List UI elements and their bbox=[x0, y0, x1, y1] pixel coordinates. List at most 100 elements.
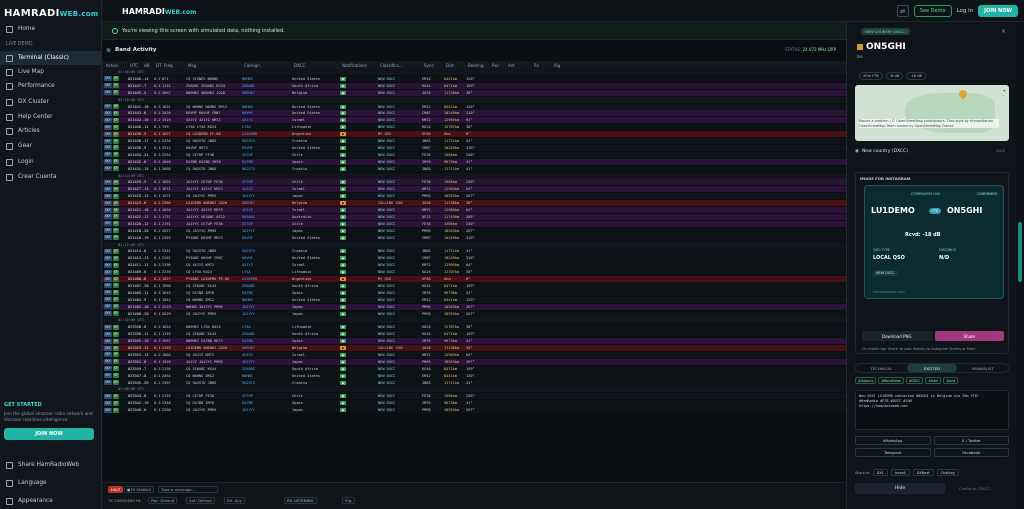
sp-button[interactable]: SP bbox=[112, 407, 119, 413]
sky-button[interactable]: SKY bbox=[104, 214, 112, 220]
share-pill[interactable]: Icons0 bbox=[890, 469, 910, 476]
row-call[interactable]: ON5HKI bbox=[242, 91, 255, 95]
table-row[interactable]: SKY SP 021407 -20 0.1 1968 CQ ZS6ABC KG44 ZS6AB… bbox=[102, 282, 846, 289]
sp-button[interactable]: SP bbox=[112, 255, 119, 261]
sidebar-item-terminal-classic[interactable]: Terminal (Classic) bbox=[0, 51, 102, 65]
row-call[interactable]: JA1YYC bbox=[242, 229, 255, 233]
row-call[interactable]: 9A2STU bbox=[242, 381, 255, 385]
sp-button[interactable]: SP bbox=[112, 366, 119, 372]
table-row[interactable]: SKY SP 021447 -7 0.1 1131 ZS6ABC ZS6ABC KG34 ZS… bbox=[102, 82, 846, 89]
table-row[interactable]: SKY SP 021400 -20 0.1 2629 CQ JA1YYC PM95 JA1YY… bbox=[102, 310, 846, 317]
row-call[interactable]: N0HNS bbox=[242, 298, 253, 302]
table-row[interactable]: SKY SP 021438 -17 0.2 2334 CQ 9A2STU JN85 9A2ST… bbox=[102, 138, 846, 144]
rx-select[interactable]: RX: Any bbox=[224, 497, 246, 504]
sky-button[interactable]: SKY bbox=[104, 248, 112, 254]
sp-button[interactable]: SP bbox=[112, 200, 119, 206]
column-header[interactable]: Dist bbox=[444, 63, 454, 68]
sp-button[interactable]: SP bbox=[112, 400, 119, 406]
sidebar-item-crear-cuenta[interactable]: Crear Cuenta bbox=[0, 170, 102, 184]
column-header[interactable]: Bearing bbox=[466, 63, 484, 68]
sp-button[interactable]: SP bbox=[112, 193, 119, 199]
sp-button[interactable]: SP bbox=[112, 221, 119, 227]
column-header[interactable]: Callsign bbox=[242, 63, 260, 68]
hashtag-chip[interactable]: #DXCC bbox=[905, 377, 924, 384]
table-row[interactable]: SKY SP 021441 -18 0.3 1831 CQ N0HNS N0HNS EM12… bbox=[102, 103, 846, 110]
table-row[interactable]: SKY SP 023345 -20 0.2 2387 CQ 9A2STU JN85 9A2ST… bbox=[102, 379, 846, 386]
sky-button[interactable]: SKY bbox=[104, 407, 112, 413]
table-row[interactable]: SKY SP 021423 -6 0.2 2366 LU1DEMO ON5HKI JO20 O… bbox=[102, 200, 846, 207]
row-call[interactable]: K6VHF bbox=[242, 111, 253, 115]
translate-icon[interactable]: ⇄ bbox=[896, 5, 909, 17]
row-call[interactable]: JA1YYC bbox=[242, 408, 255, 412]
row-call[interactable]: LU1DEMO bbox=[242, 277, 257, 281]
sp-button[interactable]: SP bbox=[112, 214, 119, 220]
table-row[interactable]: SKY SP 021418 -20 0.2 2017 CQ JA1YYC PM95 JA1YY… bbox=[102, 227, 846, 234]
table-row[interactable]: SKY SP 021434 -21 0.3 2254 CQ CE7UP FF46 CE7UP C… bbox=[102, 151, 846, 158]
row-call[interactable]: JA1YYC bbox=[242, 194, 255, 198]
sky-button[interactable]: SKY bbox=[104, 338, 112, 344]
share-facebook-button[interactable]: Facebook bbox=[933, 448, 1009, 457]
scrollbar-thumb[interactable] bbox=[1018, 222, 1022, 282]
tab-minimalist[interactable]: MINIMALIST bbox=[957, 364, 1008, 372]
sp-button[interactable]: SP bbox=[112, 104, 119, 109]
sky-button[interactable]: SKY bbox=[104, 76, 112, 82]
sp-button[interactable]: SP bbox=[112, 228, 119, 234]
sidebar-item-performance[interactable]: Performance bbox=[0, 79, 102, 93]
row-call[interactable]: 4X1YZ bbox=[242, 208, 253, 212]
sky-button[interactable]: SKY bbox=[104, 159, 112, 165]
sky-button[interactable]: SKY bbox=[104, 221, 112, 227]
share-message-textarea[interactable]: New QSO! LU1DEMO contacted ON5GHI in Bel… bbox=[855, 390, 1009, 430]
sky-button[interactable]: SKY bbox=[104, 186, 112, 192]
table-row[interactable]: SKY SP 021409 -6 0.1 2239 CQ LY5A KO24 LY5A Lith… bbox=[102, 269, 846, 276]
sp-button[interactable]: SP bbox=[112, 207, 119, 213]
sky-button[interactable]: SKY bbox=[104, 283, 112, 289]
column-header[interactable]: DXCC bbox=[292, 63, 305, 68]
table-row[interactable]: SKY SP 021427 -13 0.3 1671 JA1YYC 4X1YZ KM72 4X… bbox=[102, 186, 846, 193]
sp-button[interactable]: SP bbox=[112, 235, 119, 241]
sp-button[interactable]: SP bbox=[112, 276, 119, 282]
sky-button[interactable]: SKY bbox=[104, 138, 112, 144]
sky-button[interactable]: SKY bbox=[104, 166, 112, 172]
table-row[interactable]: SKY SP 021405 -11 0.3 1645 CQ EA7BD IM76 EA7BD S… bbox=[102, 289, 846, 296]
tx-enable-toggle[interactable]: ● TX ENABLE bbox=[124, 486, 155, 493]
row-call[interactable]: CE7UP bbox=[242, 153, 253, 157]
table-row[interactable]: SKY SP 023353 -13 0.2 1804 CQ 4X1YZ KM72 4X1YZ I… bbox=[102, 351, 846, 358]
table-row[interactable]: SKY SP 023349 -7 0.3 2194 CQ ZS6ABC KG44 ZS6ABC… bbox=[102, 365, 846, 372]
sky-button[interactable]: SKY bbox=[104, 276, 112, 282]
row-call[interactable]: K6VHF bbox=[242, 256, 253, 260]
column-header[interactable]: Sync bbox=[422, 63, 434, 68]
sp-button[interactable]: SP bbox=[112, 186, 119, 192]
sp-button[interactable]: SP bbox=[112, 76, 119, 82]
sky-button[interactable]: SKY bbox=[104, 345, 112, 351]
column-header[interactable]: dB bbox=[142, 63, 149, 68]
table-row[interactable]: SKY SP 021440 -11 0.1 799 LY5A LY5A KO24 LY5A Li… bbox=[102, 124, 846, 131]
column-header[interactable]: UTC bbox=[128, 63, 138, 68]
sp-button[interactable]: SP bbox=[112, 352, 119, 358]
sky-button[interactable]: SKY bbox=[104, 124, 112, 130]
halt-button[interactable]: HALT bbox=[108, 486, 124, 493]
column-header[interactable]: DT bbox=[154, 63, 162, 68]
column-header[interactable]: Msg bbox=[186, 63, 196, 68]
sky-button[interactable]: SKY bbox=[104, 145, 112, 151]
row-call[interactable]: N0HNS bbox=[242, 105, 253, 109]
share-whatsapp-button[interactable]: WhatsApp bbox=[855, 436, 931, 445]
sp-button[interactable]: SP bbox=[112, 145, 119, 151]
column-header[interactable]: Pwr bbox=[490, 63, 499, 68]
brand-logo[interactable]: HAMRADIWEB.com bbox=[4, 8, 98, 19]
row-call[interactable]: LU1DEMO bbox=[242, 132, 257, 136]
sp-button[interactable]: SP bbox=[112, 283, 119, 289]
row-call[interactable]: 4X1YZ bbox=[242, 353, 253, 357]
row-call[interactable]: K6VHF bbox=[242, 236, 253, 240]
table-row[interactable]: SKY SP 021436 -9 0.1 2512 K6VHF RR73 K6VHF Unite… bbox=[102, 144, 846, 151]
table-row[interactable]: SKY SP 021429 -5 0.2 1601 JA1YYC CE7UP FE36 CE7… bbox=[102, 179, 846, 186]
ant-select[interactable]: Ant: Default bbox=[186, 497, 215, 504]
table-row[interactable]: SKY SP 023344 -8 0.1 2155 CQ CE7UP FE36 CE7UP Ch… bbox=[102, 393, 846, 400]
row-call[interactable]: ZS6ABC bbox=[242, 367, 255, 371]
sp-button[interactable]: SP bbox=[112, 159, 119, 165]
sky-button[interactable]: SKY bbox=[104, 366, 112, 372]
sp-button[interactable]: SP bbox=[112, 359, 119, 365]
pwr-select[interactable]: Pwr: Default bbox=[148, 497, 178, 504]
sp-button[interactable]: SP bbox=[112, 131, 119, 137]
sky-button[interactable]: SKY bbox=[104, 359, 112, 365]
share-x-button[interactable]: X / Twitter bbox=[933, 436, 1009, 445]
